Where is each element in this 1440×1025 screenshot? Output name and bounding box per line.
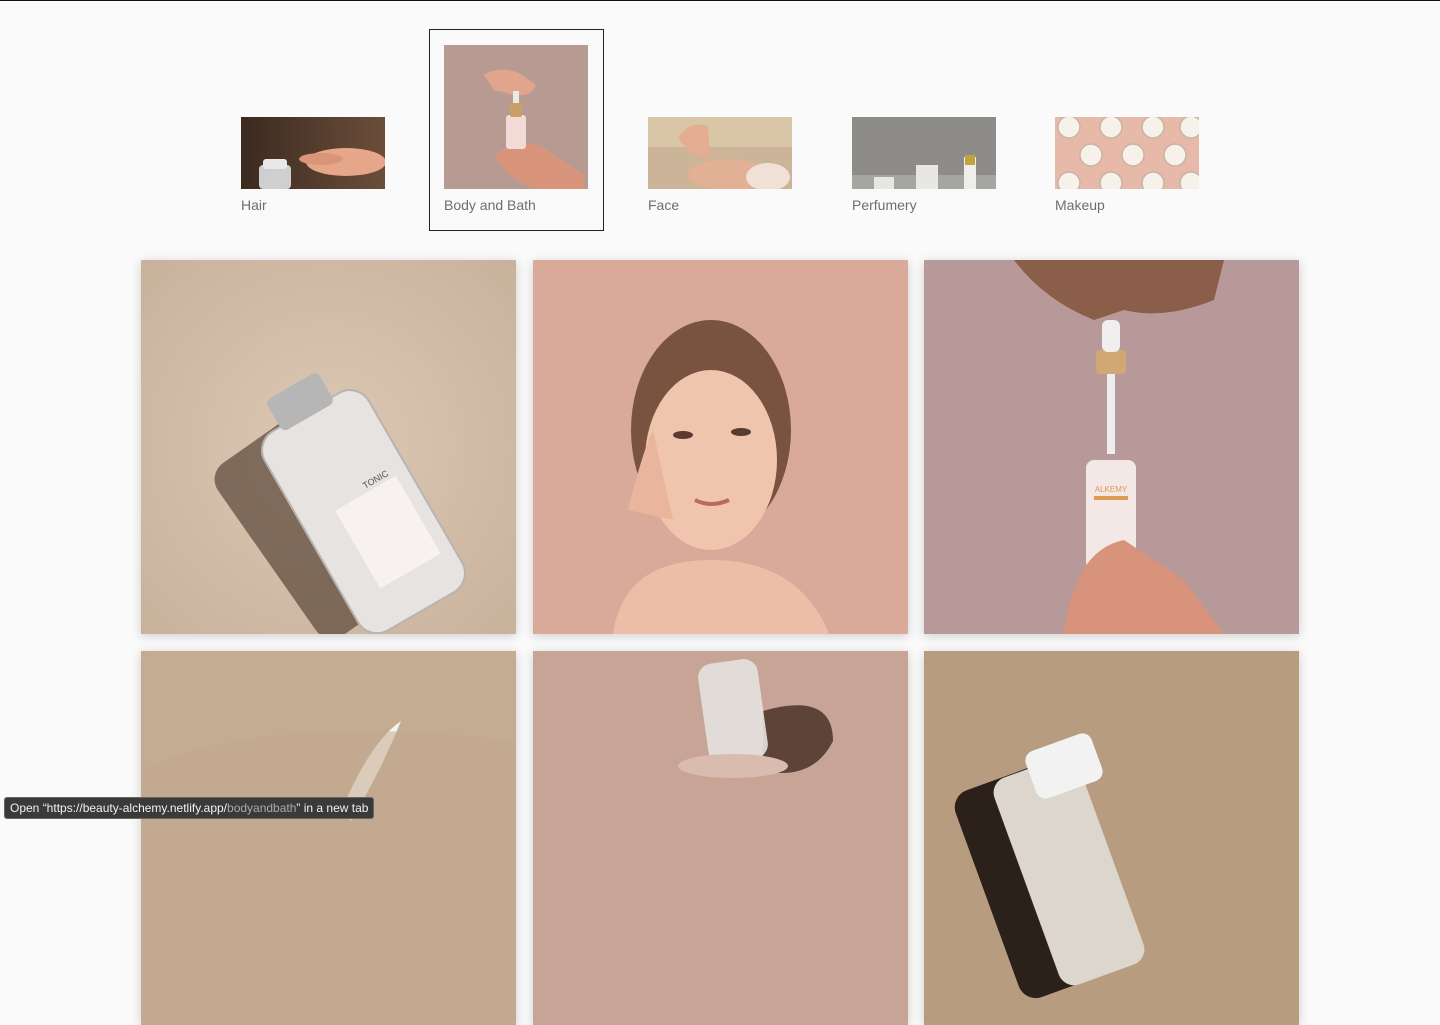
category-label: Hair [241,197,267,213]
category-hair[interactable]: Hair [241,117,385,217]
product-tile-serum-dropper[interactable]: ALKEMY [924,260,1299,634]
status-url-suffix: ” in a new tab [296,801,369,815]
product-tile-cream-swatch[interactable] [141,651,516,1025]
category-body-and-bath[interactable]: Body and Bath [429,29,604,231]
category-label: Perfumery [852,197,917,213]
hair-thumbnail [241,117,385,189]
face-thumbnail [648,117,792,189]
product-tile-ice-cube[interactable] [533,651,908,1025]
body-and-bath-thumbnail [444,45,588,189]
category-label: Makeup [1055,197,1105,213]
status-url-path: bodyandbath [227,801,297,815]
perfumery-thumbnail [852,117,996,189]
makeup-thumbnail [1055,117,1199,189]
product-tile-face-model[interactable] [533,260,908,634]
category-perfumery[interactable]: Perfumery [852,117,996,217]
product-tile-tonic[interactable]: TONIC [141,260,516,634]
browser-status-bar: Open “https://beauty-alchemy.netlify.app… [4,797,375,819]
category-face[interactable]: Face [648,117,792,217]
serum-bottle-label: ALKEMY [1095,485,1128,494]
category-makeup[interactable]: Makeup [1055,117,1199,217]
status-url-prefix: Open “https://beauty-alchemy.netlify.app… [10,801,228,815]
product-tile-bottle-cap[interactable] [924,651,1299,1025]
category-label: Body and Bath [444,197,536,213]
window-top-border [0,0,1440,1]
category-label: Face [648,197,680,213]
